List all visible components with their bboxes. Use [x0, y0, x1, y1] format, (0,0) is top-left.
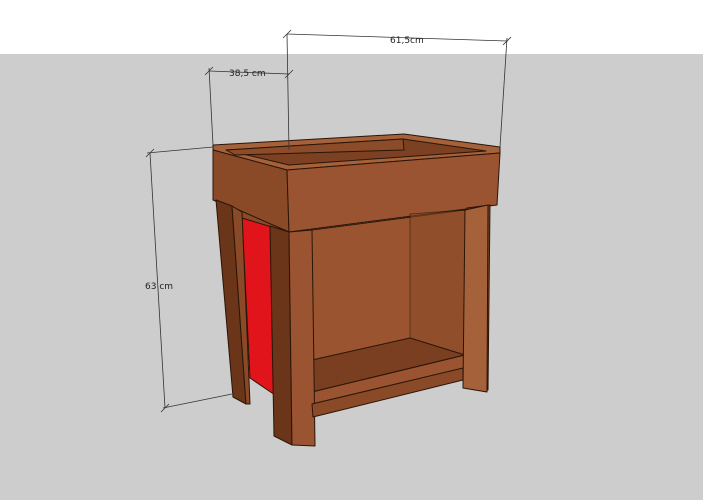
sky-background: [0, 0, 703, 56]
furniture-model-view: 61,5cm 38,5 cm 63 cm: [0, 0, 703, 500]
leg-front-right: [462, 204, 489, 393]
interior-side-panel: [409, 209, 466, 356]
leg-front-corner-right: [288, 229, 316, 447]
width-dimension-label: 61,5cm: [390, 36, 424, 46]
depth-dimension-label: 38,5 cm: [229, 69, 266, 79]
leg-front-corner-left: [269, 225, 293, 446]
height-dimension-label: 63 cm: [145, 282, 173, 292]
